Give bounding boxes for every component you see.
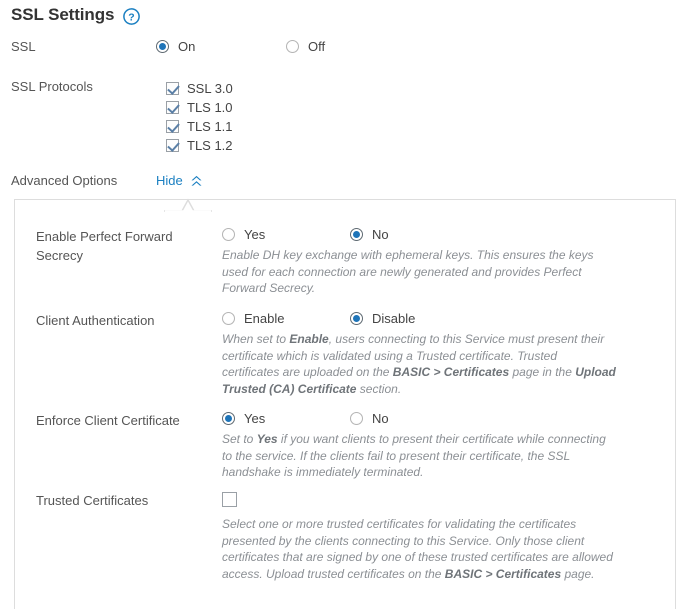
radio-client-auth-enable[interactable]: [222, 312, 235, 325]
checkbox-row-tls10[interactable]: TLS 1.0: [166, 98, 233, 117]
radio-ssl-off[interactable]: [286, 40, 299, 53]
pfs-label: Enable Perfect Forward Secrecy: [36, 229, 173, 263]
advanced-options-toggle[interactable]: Hide: [156, 173, 203, 188]
client-auth-option-enable[interactable]: Enable: [222, 311, 350, 326]
radio-ssl-on[interactable]: [156, 40, 169, 53]
radio-ssl-off-label: Off: [308, 39, 326, 54]
checkbox-tls11-label: TLS 1.1: [187, 119, 233, 134]
checkbox-row-ssl30[interactable]: SSL 3.0: [166, 79, 233, 98]
trusted-certs-control: Select one or more trusted certificates …: [222, 491, 652, 582]
pfs-control: Yes No Enable DH key exchange with ephem…: [222, 227, 652, 297]
question-mark-circle-icon[interactable]: ?: [123, 6, 141, 25]
checkbox-tls10-label: TLS 1.0: [187, 100, 233, 115]
enforce-cert-option-no[interactable]: No: [350, 411, 389, 426]
radio-client-auth-disable[interactable]: [350, 312, 363, 325]
ssl-option-on[interactable]: On: [156, 39, 286, 54]
pfs-help-text: Enable DH key exchange with ephemeral ke…: [222, 248, 594, 295]
advanced-options-row: Advanced Options Hide: [11, 173, 203, 188]
client-auth-option-disable[interactable]: Disable: [350, 311, 415, 326]
radio-enforce-cert-no[interactable]: [350, 412, 363, 425]
radio-pfs-no-label: No: [372, 227, 389, 242]
checkbox-ssl30-label: SSL 3.0: [187, 81, 233, 96]
checkbox-row-tls11[interactable]: TLS 1.1: [166, 117, 233, 136]
enforce-cert-option-yes[interactable]: Yes: [222, 411, 350, 426]
radio-enforce-cert-yes[interactable]: [222, 412, 235, 425]
radio-client-auth-disable-label: Disable: [372, 311, 416, 326]
client-auth-help-text: When set to Enable, users connecting to …: [222, 332, 616, 396]
client-auth-label: Client Authentication: [36, 313, 155, 328]
radio-client-auth-enable-label: Enable: [244, 311, 285, 326]
advanced-options-panel: Enable Perfect Forward Secrecy Yes No En…: [14, 198, 676, 609]
radio-pfs-no[interactable]: [350, 228, 363, 241]
page-title-row: SSL Settings ?: [11, 5, 141, 25]
enforce-cert-control: Yes No Set to Yes if you want clients to…: [222, 411, 652, 481]
client-auth-control: Enable Disable When set to Enable, users…: [222, 311, 652, 397]
trusted-certs-label: Trusted Certificates: [36, 493, 149, 508]
pfs-option-no[interactable]: No: [350, 227, 389, 242]
page-title: SSL Settings: [11, 5, 115, 24]
ssl-settings-page: SSL Settings ? SSL On Off SSL Protocols …: [0, 0, 689, 609]
pfs-option-yes[interactable]: Yes: [222, 227, 350, 242]
checkbox-row-trusted-certs[interactable]: [222, 491, 652, 507]
ssl-label: SSL: [11, 39, 36, 54]
checkbox-tls11[interactable]: [166, 120, 179, 133]
radio-enforce-cert-yes-label: Yes: [244, 411, 266, 426]
ssl-protocols-checkbox-list: SSL 3.0 TLS 1.0 TLS 1.1 TLS 1.2: [166, 79, 233, 155]
panel-notch-icon: [164, 198, 212, 212]
radio-pfs-yes[interactable]: [222, 228, 235, 241]
ssl-option-off[interactable]: Off: [286, 39, 325, 54]
checkbox-tls10[interactable]: [166, 101, 179, 114]
trusted-certs-help-text: Select one or more trusted certificates …: [222, 517, 613, 581]
checkbox-row-tls12[interactable]: TLS 1.2: [166, 136, 233, 155]
advanced-options-toggle-label: Hide: [156, 173, 183, 188]
checkbox-tls12[interactable]: [166, 139, 179, 152]
radio-pfs-yes-label: Yes: [244, 227, 266, 242]
checkbox-tls12-label: TLS 1.2: [187, 138, 233, 153]
ssl-protocols-label: SSL Protocols: [11, 79, 93, 94]
checkbox-trusted-certs[interactable]: [222, 491, 237, 507]
double-chevron-up-icon[interactable]: [190, 175, 203, 187]
enforce-cert-help-text: Set to Yes if you want clients to presen…: [222, 432, 606, 479]
ssl-radio-group: On Off: [156, 39, 325, 54]
checkbox-ssl30[interactable]: [166, 82, 179, 95]
enforce-cert-label: Enforce Client Certificate: [36, 413, 180, 428]
advanced-options-label: Advanced Options: [11, 173, 118, 188]
radio-ssl-on-label: On: [178, 39, 196, 54]
radio-enforce-cert-no-label: No: [372, 411, 389, 426]
svg-text:?: ?: [129, 11, 135, 23]
